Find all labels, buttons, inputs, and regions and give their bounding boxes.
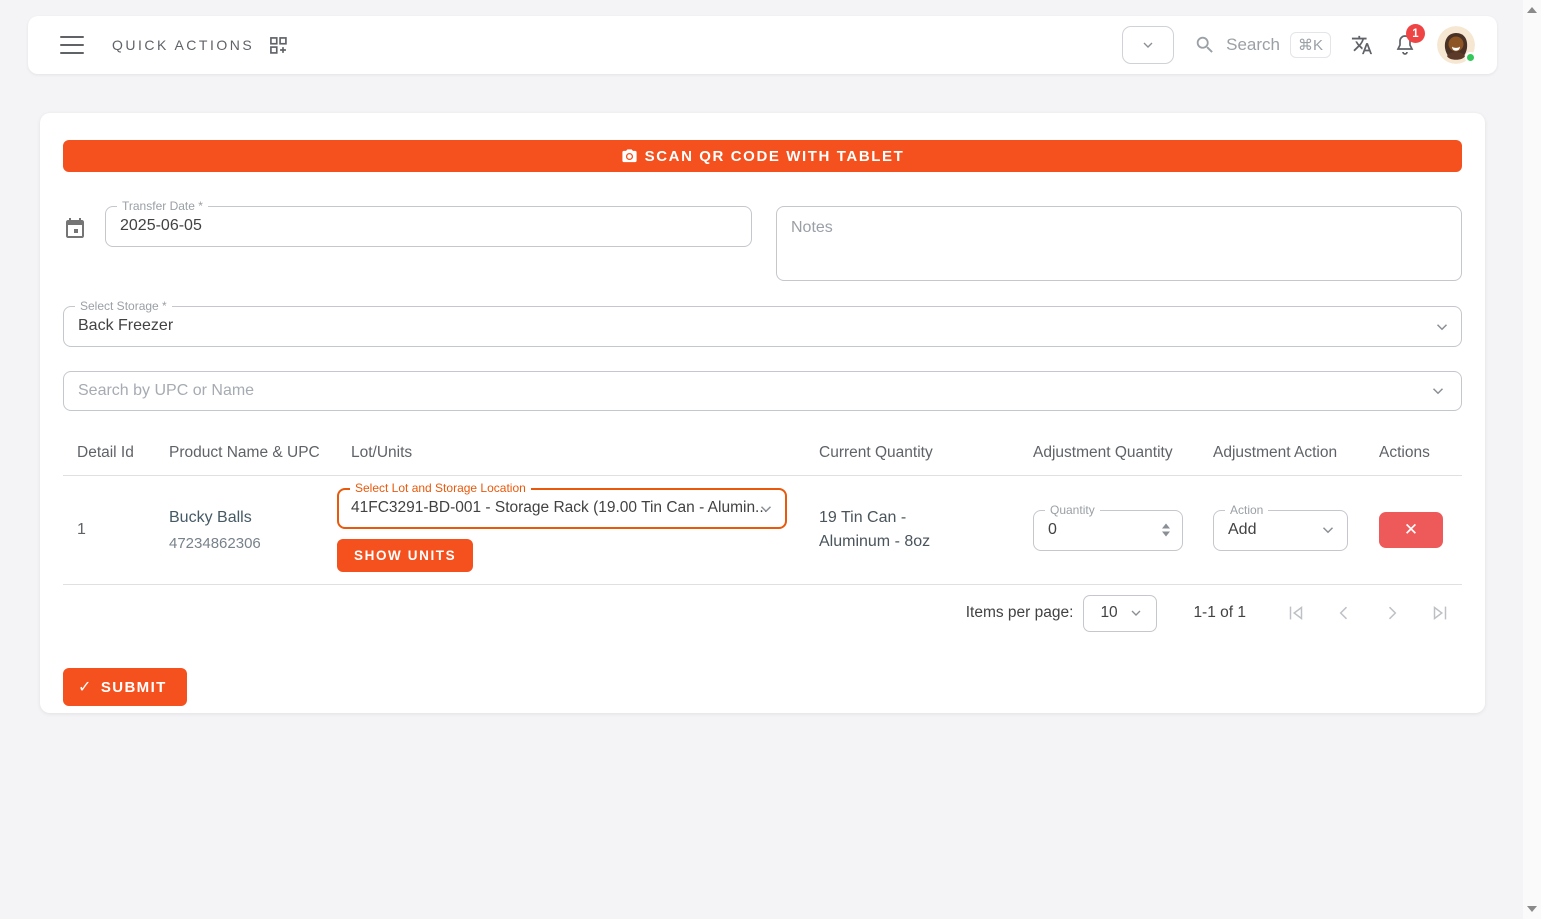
chevron-down-icon [1429,382,1447,400]
scan-qr-button[interactable]: SCAN QR CODE WITH TABLET [63,140,1462,172]
notes-placeholder: Notes [791,219,833,236]
adjustment-form-card: SCAN QR CODE WITH TABLET Transfer Date *… [40,113,1485,713]
action-select-label: Action [1225,502,1269,517]
actions-cell: ✕ [1365,500,1462,560]
user-avatar[interactable] [1437,26,1476,64]
items-per-page-label: Items per page: [965,604,1074,622]
check-icon: ✓ [78,679,93,697]
adjustment-table: Detail Id Product Name & UPC Lot/Units C… [63,431,1462,586]
camera-icon [622,148,637,162]
search-shortcut-badge: ⌘K [1289,32,1331,58]
menu-icon[interactable] [60,36,84,54]
quantity-stepper[interactable] [1162,523,1170,537]
scan-qr-button-label: SCAN QR CODE WITH TABLET [644,147,905,165]
col-adjustment-action: Adjustment Action [1213,444,1338,461]
pagination-range-label: 1-1 of 1 [1193,604,1246,622]
lot-units-cell: Select Lot and Storage Location 41FC3291… [337,476,805,584]
detail-id-cell: 1 [77,521,86,539]
scroll-down-arrow-icon[interactable] [1527,906,1537,912]
col-current-quantity: Current Quantity [819,444,933,461]
product-search-field[interactable] [63,371,1462,411]
chevron-down-icon [1433,318,1451,336]
next-page-button[interactable] [1372,593,1412,633]
quantity-input[interactable]: Quantity 0 [1033,502,1183,551]
previous-page-button[interactable] [1324,593,1364,633]
chevron-down-icon [1131,610,1141,616]
transfer-date-label: Transfer Date * [117,199,208,213]
search-icon [1196,36,1213,53]
table-header-row: Detail Id Product Name & UPC Lot/Units C… [63,431,1462,477]
items-per-page-value: 10 [1100,604,1118,622]
action-select[interactable]: Action Add [1213,502,1348,551]
items-per-page-select[interactable]: 10 [1083,594,1158,632]
notification-count-badge: 1 [1406,24,1425,43]
submit-button-label: SUBMIT [100,678,167,696]
col-product-name-upc: Product Name & UPC [169,444,320,461]
chevron-down-icon [1319,521,1337,539]
last-page-button[interactable] [1420,593,1460,633]
product-search-input[interactable] [78,382,1429,400]
topbar-select[interactable] [1122,26,1175,64]
col-detail-id: Detail Id [77,444,134,461]
calendar-icon[interactable] [63,206,105,240]
transfer-date-field[interactable]: Transfer Date * 2025-06-05 [105,199,752,247]
quick-actions-label: QUICK ACTIONS [112,37,255,53]
search-placeholder: Search [1226,35,1280,54]
notes-field[interactable]: Notes [776,206,1462,281]
submit-button[interactable]: ✓ SUBMIT [63,668,187,707]
table-row: 1 Bucky Balls 47234862306 Select Lot and… [63,476,1462,586]
chevron-down-icon [1143,42,1153,48]
translate-icon[interactable] [1351,34,1373,56]
quantity-input-label: Quantity [1045,502,1100,517]
notifications-bell-icon[interactable]: 1 [1393,24,1425,57]
current-quantity-cell: 19 Tin Can - Aluminum - 8oz [819,509,931,551]
adjustment-action-cell: Action Add [1199,498,1365,563]
table-pagination: Items per page: 10 1-1 of 1 [63,585,1462,641]
first-page-button[interactable] [1276,593,1316,633]
delete-row-button[interactable]: ✕ [1379,512,1443,549]
storage-select-label: Select Storage * [75,299,172,313]
top-app-bar: QUICK ACTIONS Search ⌘K 1 [28,16,1497,74]
col-actions: Actions [1379,444,1430,461]
col-adjustment-quantity: Adjustment Quantity [1033,444,1173,461]
product-upc: 47234862306 [169,534,261,552]
lot-storage-select-label: Select Lot and Storage Location [350,481,531,496]
adjustment-quantity-cell: Quantity 0 [1019,498,1199,563]
dashboard-customize-icon[interactable] [268,35,288,55]
lot-storage-select-value: 41FC3291-BD-001 - Storage Rack (19.00 Ti… [351,499,768,517]
product-name: Bucky Balls [169,508,252,526]
online-status-dot [1465,52,1476,63]
storage-select[interactable]: Select Storage * Back Freezer [63,299,1462,347]
show-units-button[interactable]: SHOW UNITS [337,539,474,573]
col-lot-units: Lot/Units [351,444,413,461]
product-cell: Bucky Balls 47234862306 [155,497,337,564]
global-search[interactable]: Search ⌘K [1194,32,1331,58]
lot-storage-select[interactable]: Select Lot and Storage Location 41FC3291… [337,481,787,530]
scroll-up-arrow-icon[interactable] [1527,7,1537,13]
storage-select-value: Back Freezer [78,317,174,334]
chevron-down-icon [757,500,775,518]
vertical-scrollbar[interactable] [1523,0,1541,919]
